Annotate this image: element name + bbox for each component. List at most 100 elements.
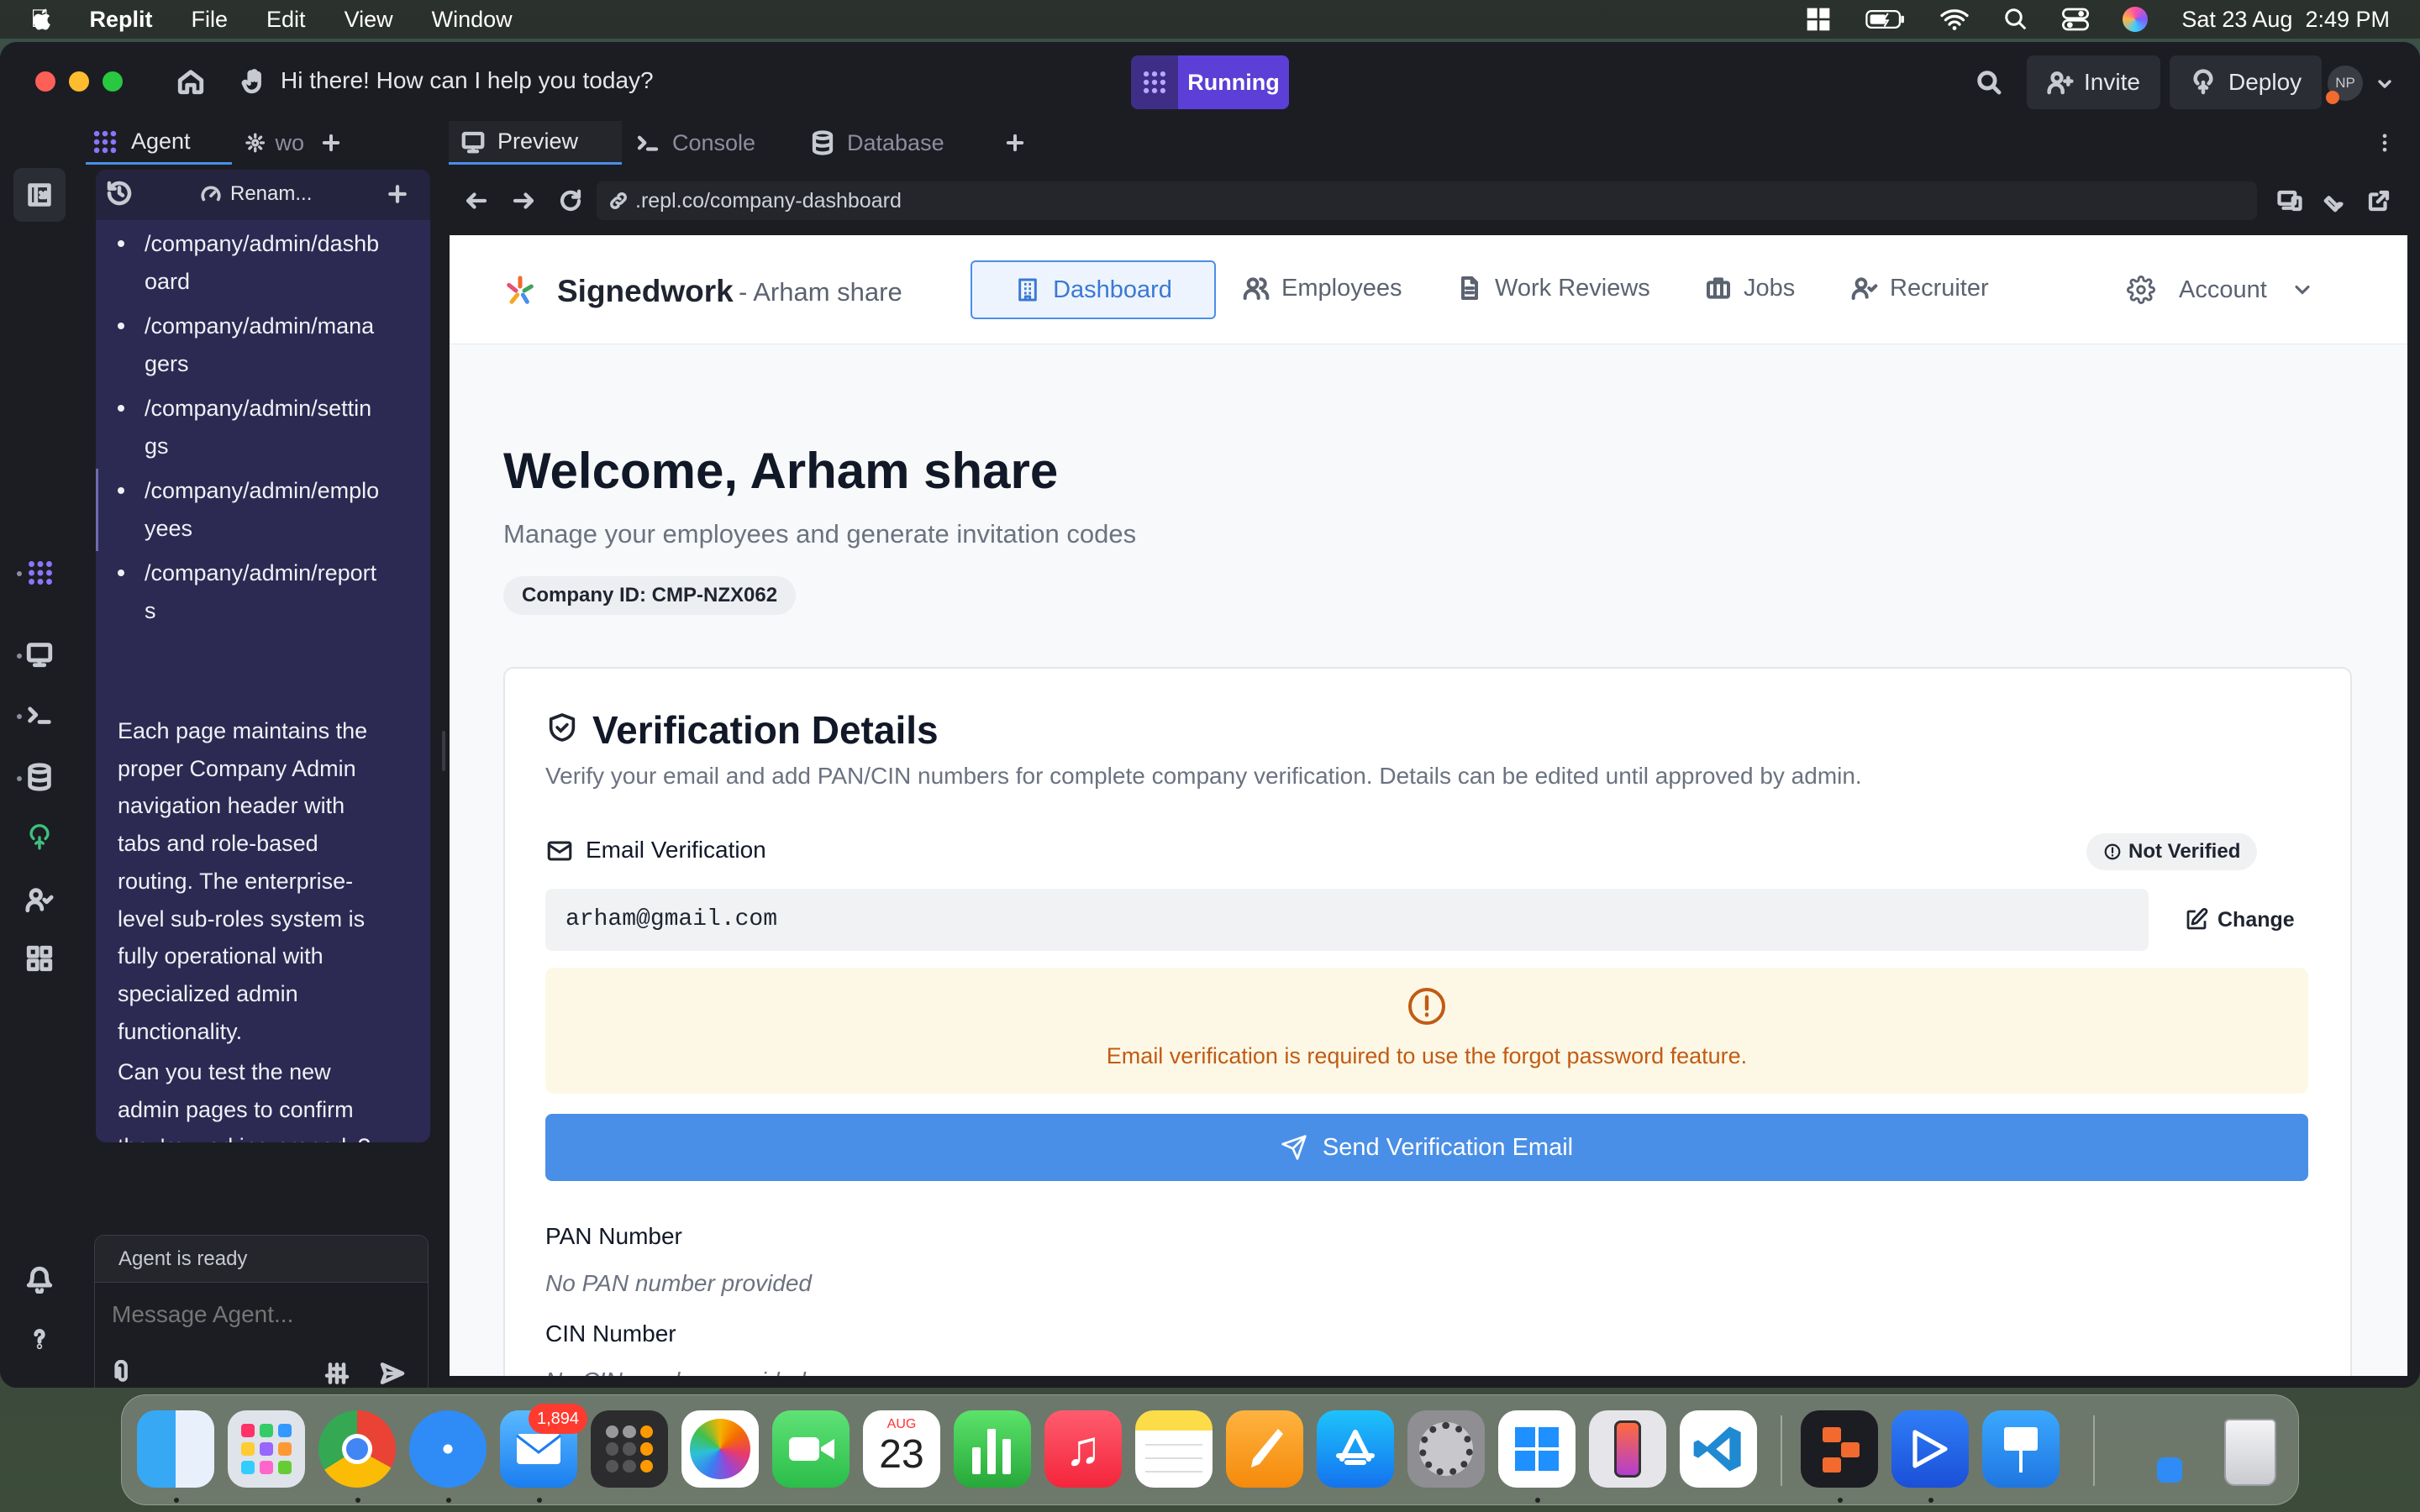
safari-icon[interactable] [409,1410,487,1488]
menu-datetime[interactable]: Sat 23 Aug 2:49 PM [2181,7,2390,33]
calendar-icon[interactable]: AUG 23 [863,1410,940,1488]
battery-icon[interactable] [1865,8,1906,31]
signedwork-logo-icon[interactable] [503,274,537,307]
new-tab-icon[interactable] [319,131,343,155]
change-email-button[interactable]: Change [2184,897,2295,942]
spotlight-search-icon[interactable] [2003,7,2028,32]
account-menu[interactable]: Account [2127,260,2314,319]
wifi-icon[interactable] [1939,8,1970,31]
message-agent-input[interactable] [112,1296,411,1333]
wrench-icon[interactable] [2323,188,2348,213]
system-settings-icon[interactable] [1407,1410,1485,1488]
history-icon[interactable] [106,180,133,207]
running-indicator [1535,1498,1540,1503]
nav-employees[interactable]: Employees [1243,259,1402,318]
panel-resize-handle[interactable] [442,731,445,771]
notes-icon[interactable] [1135,1410,1213,1488]
home-icon[interactable] [176,67,205,96]
siri-icon[interactable] [2123,7,2149,32]
vscode-icon[interactable] [1680,1410,1757,1488]
agent-prompt-title[interactable]: Hi there! How can I help you today? [281,67,654,94]
apple-logo-icon[interactable] [30,7,55,32]
chrome-icon[interactable] [318,1410,396,1488]
trash-icon[interactable] [2211,1410,2288,1488]
replit-icon[interactable] [1801,1410,1878,1488]
send-verification-email-button[interactable]: Send Verification Email [545,1114,2308,1181]
rail-database-indicator [17,776,22,781]
toggle-sidebar-button[interactable] [13,168,66,222]
back-icon[interactable] [464,188,489,213]
downloads-stack-icon[interactable] [2157,1457,2182,1483]
nav-work-reviews[interactable]: Work Reviews [1456,259,1650,318]
rail-console-icon[interactable] [25,701,54,729]
gear-icon [245,133,266,153]
rail-users-icon[interactable] [25,885,54,914]
settings-sliders-icon[interactable] [324,1360,350,1387]
devices-icon[interactable] [2277,188,2302,213]
app-store-icon[interactable] [1317,1410,1394,1488]
attach-icon[interactable] [110,1360,135,1385]
warning-icon [1408,988,1445,1025]
invite-button[interactable]: Invite [2027,55,2160,109]
send-icon[interactable] [379,1360,406,1387]
rail-deployments-icon[interactable] [25,823,54,852]
tab-agent[interactable]: Agent [86,121,232,165]
chevron-down-icon[interactable] [2375,74,2395,94]
chat-scrollbar-thumb[interactable] [96,469,98,551]
forward-icon[interactable] [511,188,536,213]
menu-app-name[interactable]: Replit [90,7,153,33]
briefcase-icon [1707,277,1730,299]
zoom-window-button[interactable] [103,71,123,92]
menu-edit[interactable]: Edit [266,7,306,33]
rail-preview-icon[interactable] [25,640,54,669]
para-line: proper Company Admin [118,755,356,781]
tab-console[interactable]: Console [635,121,803,165]
close-window-button[interactable] [35,71,55,92]
iphone-mirroring-icon[interactable] [1589,1410,1666,1488]
rail-notifications-icon[interactable] [25,1265,54,1294]
nav-recruiter[interactable]: Recruiter [1851,259,1989,318]
replit-window: Hi there! How can I help you today? Runn… [0,42,2420,1388]
pages-icon[interactable] [1226,1410,1303,1488]
minimize-window-button[interactable] [69,71,89,92]
launchpad-icon[interactable] [228,1410,305,1488]
music-icon[interactable]: ♫ [1044,1410,1122,1488]
gauge-icon [201,186,221,202]
control-center-icon[interactable] [2062,7,2090,32]
running-status-button[interactable]: Running [1131,55,1289,109]
tab-database[interactable]: Database [810,121,978,165]
search-icon[interactable] [1975,68,2003,97]
menu-view[interactable]: View [345,7,393,33]
numbers-icon[interactable] [954,1410,1031,1488]
new-chat-icon[interactable] [385,181,410,207]
nav-dashboard[interactable]: Dashboard [971,260,1216,319]
deploy-button[interactable]: Deploy [2170,55,2323,109]
screen-recorder-icon[interactable] [1891,1410,1969,1488]
rail-apps-icon[interactable] [25,944,54,973]
email-field[interactable]: arham@gmail.com [545,889,2149,951]
rename-chat-button[interactable]: Renam... [200,180,312,208]
menu-window[interactable]: Window [432,7,513,33]
windows-app-icon[interactable] [1805,6,1832,33]
cin-number-label: CIN Number [545,1320,676,1347]
calculator-icon[interactable] [591,1410,668,1488]
photos-icon[interactable] [681,1410,759,1488]
finder-icon[interactable] [137,1410,214,1488]
nav-jobs[interactable]: Jobs [1705,259,1795,318]
route-line: /company/admin/mana [145,313,375,339]
rail-help-icon[interactable] [25,1324,54,1352]
keynote-icon[interactable] [1982,1410,2060,1488]
brand-name[interactable]: Signedwork [557,274,734,309]
facetime-icon[interactable] [772,1410,850,1488]
rail-agent-icon[interactable] [25,558,55,588]
open-external-icon[interactable] [2366,188,2391,213]
windows-app-dock-icon[interactable] [1498,1410,1576,1488]
new-tab-icon[interactable] [1003,131,1027,155]
rail-database-icon[interactable] [25,763,54,791]
tab-preview[interactable]: Preview [449,121,622,165]
reload-icon[interactable] [558,188,583,213]
more-options-icon[interactable] [2373,131,2396,155]
tab-workflow[interactable]: wo [245,121,304,165]
url-bar[interactable]: .repl.co/company-dashboard [597,181,2257,220]
menu-file[interactable]: File [192,7,229,33]
